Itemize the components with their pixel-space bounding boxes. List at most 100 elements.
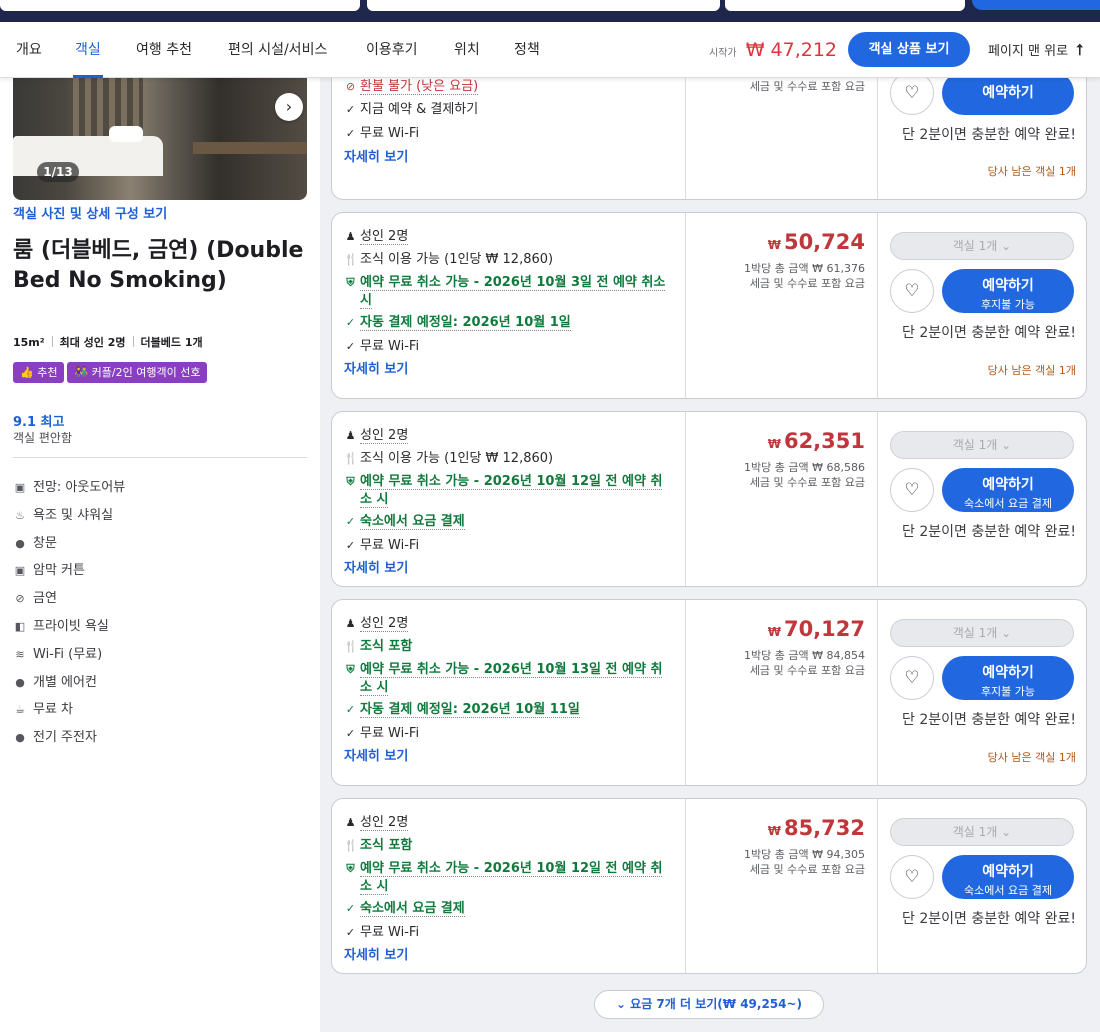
rate-wifi: ✓ 무료 Wi-Fi — [344, 338, 419, 356]
rate-breakfast: 🍴 조식 포함 — [344, 638, 412, 656]
book-button[interactable]: 예약하기 숙소에서 요금 결제 — [942, 855, 1074, 899]
details-link[interactable]: 자세히 보기 — [344, 944, 408, 963]
view-icon: ▣ — [14, 481, 26, 494]
chevron-right-icon[interactable]: › — [275, 93, 303, 121]
tab-amenities[interactable]: 편의 시설/서비스 — [228, 22, 327, 78]
rate-price: ₩50,724 1박당 총 금액 ₩ 61,376 세금 및 수수료 포함 요금 — [686, 213, 878, 398]
section-tab-bar: 개요 객실 여행 추천 편의 시설/서비스 이용후기 위치 정책 시작가 ₩ 4… — [0, 22, 1100, 78]
details-link[interactable]: 자세히 보기 — [344, 557, 408, 576]
rate-free-cancel: ⛨ 예약 무료 취소 가능 - 2026년 10월 12일 전 예약 취소 시 — [344, 473, 674, 509]
price-value: 85,732 — [783, 816, 865, 840]
back-to-top-button[interactable]: 페이지 맨 위로 ⭡ — [988, 22, 1083, 78]
start-price: 시작가 ₩ 47,212 — [709, 22, 837, 78]
show-more-rates-button[interactable]: ⌄ 요금 7개 더 보기(₩ 49,254~) — [594, 990, 824, 1019]
rate-features: ♟ 성인 2명 🍴 조식 포함 ⛨ 예약 무료 취소 가능 - 2026년 10월 1… — [332, 600, 686, 785]
payment-label: 숙소에서 요금 결제 — [360, 514, 465, 530]
rate-price: ₩70,127 1박당 총 금액 ₩ 84,854 세금 및 수수료 포함 요금 — [686, 600, 878, 785]
nightly-price: ₩85,732 — [768, 816, 865, 840]
tab-reviews[interactable]: 이용후기 — [366, 22, 418, 78]
guests-field[interactable] — [725, 0, 965, 11]
shield-check-icon: ⛨ — [346, 475, 355, 488]
tab-recommendations[interactable]: 여행 추천 — [136, 22, 192, 78]
check-icon: ✓ — [345, 127, 356, 140]
tab-overview[interactable]: 개요 — [16, 22, 42, 78]
back-to-top-label: 페이지 맨 위로 — [988, 44, 1069, 59]
book-button-label: 예약하기 — [982, 278, 1034, 294]
photo-pillow-detail — [109, 126, 143, 142]
rate-features: ♟ 성인 2명 🍴 조식 포함 ⛨ 예약 무료 취소 가능 - 2026년 10월 1… — [332, 799, 686, 973]
book-button[interactable]: 예약하기 후지불 가능 — [942, 269, 1074, 313]
rate-price: ₩85,732 1박당 총 금액 ₩ 94,305 세금 및 수수료 포함 요금 — [686, 799, 878, 973]
tax-note: 세금 및 수수료 포함 요금 — [749, 80, 865, 93]
arrow-up-icon: ⭡ — [1076, 41, 1084, 59]
photo-details-link[interactable]: 객실 사진 및 상세 구성 보기 — [13, 203, 167, 222]
book-button[interactable]: 예약하기 숙소에서 요금 결제 — [942, 468, 1074, 512]
heart-icon[interactable]: ♡ — [890, 855, 934, 899]
rate-free-cancel: ⛨ 예약 무료 취소 가능 - 2026년 10월 13일 전 예약 취소 시 — [344, 661, 674, 697]
fork-knife-icon: 🍴 — [344, 640, 358, 653]
date-field[interactable] — [367, 0, 720, 11]
amenity-item: ⊘ 금연 — [13, 587, 125, 615]
show-more-label: 요금 7개 더 보기(₩ 49,254~) — [630, 997, 803, 1011]
chevron-down-icon: ⌄ — [1001, 438, 1012, 452]
recommend-badge-label: 추천 — [37, 366, 58, 379]
details-link[interactable]: 자세히 보기 — [344, 745, 408, 764]
tab-location[interactable]: 위치 — [454, 22, 480, 78]
room-count-select[interactable]: 객실 1개 ⌄ — [890, 431, 1074, 459]
tab-rooms[interactable]: 객실 — [73, 22, 103, 78]
wifi-label: 무료 Wi-Fi — [360, 339, 420, 354]
guests-label: 성인 2명 — [360, 229, 409, 245]
rate-payment: ✓ 자동 결제 예정일: 2026년 10월 11일 — [344, 701, 580, 719]
payment-label: 숙소에서 요금 결제 — [360, 901, 465, 917]
check-circle-icon: ● — [15, 731, 25, 745]
check-circle-icon: ● — [15, 675, 25, 689]
room-count-select[interactable]: 객실 1개 ⌄ — [890, 818, 1074, 846]
person-icon: ♟ — [345, 816, 356, 829]
thumbs-up-icon: 👍 — [20, 366, 38, 379]
check-icon: ✓ — [345, 727, 356, 740]
amenity-item: ▣ 암막 커튼 — [13, 559, 125, 587]
rate-breakfast: 🍴 조식 이용 가능 (1인당 ₩ 12,860) — [344, 251, 553, 269]
rate-price: ₩62,351 1박당 총 금액 ₩ 68,586 세금 및 수수료 포함 요금 — [686, 412, 878, 586]
destination-field[interactable] — [0, 0, 360, 11]
rate-guests: ♟ 성인 2명 — [344, 427, 409, 445]
amenity-item: ♨ 욕조 및 샤워실 — [13, 504, 125, 532]
heart-icon[interactable]: ♡ — [890, 269, 934, 313]
heart-icon[interactable]: ♡ — [890, 656, 934, 700]
rate-wifi: ✓ 무료 Wi-Fi — [344, 125, 419, 143]
room-count-select[interactable]: 객실 1개 ⌄ — [890, 232, 1074, 260]
room-count-select[interactable]: 객실 1개 ⌄ — [890, 619, 1074, 647]
couple-badge: 👫 커플/2인 여행객이 선호 — [67, 362, 208, 383]
room-count-label: 객실 1개 — [952, 825, 998, 839]
fork-knife-icon: 🍴 — [344, 452, 358, 465]
amenity-item: ● 전기 주전자 — [13, 726, 125, 754]
payment-label: 자동 결제 예정일: 2026년 10월 11일 — [360, 702, 580, 718]
search-button[interactable] — [972, 0, 1100, 10]
room-title: 룸 (더블베드, 금연) (Double Bed No Smoking) — [13, 238, 304, 293]
details-link[interactable]: 자세히 보기 — [344, 146, 408, 165]
person-icon: ♟ — [345, 617, 356, 630]
rate-card: ♟ 성인 2명 🍴 조식 이용 가능 (1인당 ₩ 12,860) ⛨ 예약 무료 취… — [331, 411, 1087, 587]
toilet-icon: ◧ — [14, 619, 26, 633]
view-rooms-button[interactable]: 객실 상품 보기 — [848, 32, 970, 67]
rate-free-cancel: ⛨ 예약 무료 취소 가능 - 2026년 10월 12일 전 예약 취소 시 — [344, 860, 674, 896]
currency-symbol: ₩ — [767, 824, 781, 838]
rate-wifi: ✓ 무료 Wi-Fi — [344, 537, 419, 555]
book-button-sublabel: 숙소에서 요금 결제 — [964, 497, 1052, 510]
heart-icon[interactable]: ♡ — [890, 468, 934, 512]
rate-actions: 객실 1개 ⌄ ♡ 예약하기 후지불 가능 단 2분이면 충분한 예약 완료! 당… — [878, 600, 1086, 785]
breakfast-label: 조식 이용 가능 (1인당 ₩ 12,860) — [360, 451, 554, 466]
book-button[interactable]: 예약하기 후지불 가능 — [942, 656, 1074, 700]
details-link[interactable]: 자세히 보기 — [344, 358, 408, 377]
tax-note: 세금 및 수수료 포함 요금 — [749, 863, 865, 876]
shield-check-icon: ⛨ — [346, 276, 355, 289]
breakfast-label: 조식 이용 가능 (1인당 ₩ 12,860) — [360, 252, 554, 267]
room-size: 15m² — [13, 336, 45, 349]
room-count-label: 객실 1개 — [952, 239, 998, 253]
tax-note: 세금 및 수수료 포함 요금 — [749, 476, 865, 489]
bathtub-icon: ♨ — [15, 508, 25, 522]
no-entry-icon: ⊘ — [345, 80, 356, 93]
room-photo[interactable]: 1/13 › — [13, 78, 307, 200]
tab-policies[interactable]: 정책 — [514, 22, 540, 78]
quick-booking-note: 단 2분이면 충분한 예약 완료! — [902, 524, 1076, 540]
